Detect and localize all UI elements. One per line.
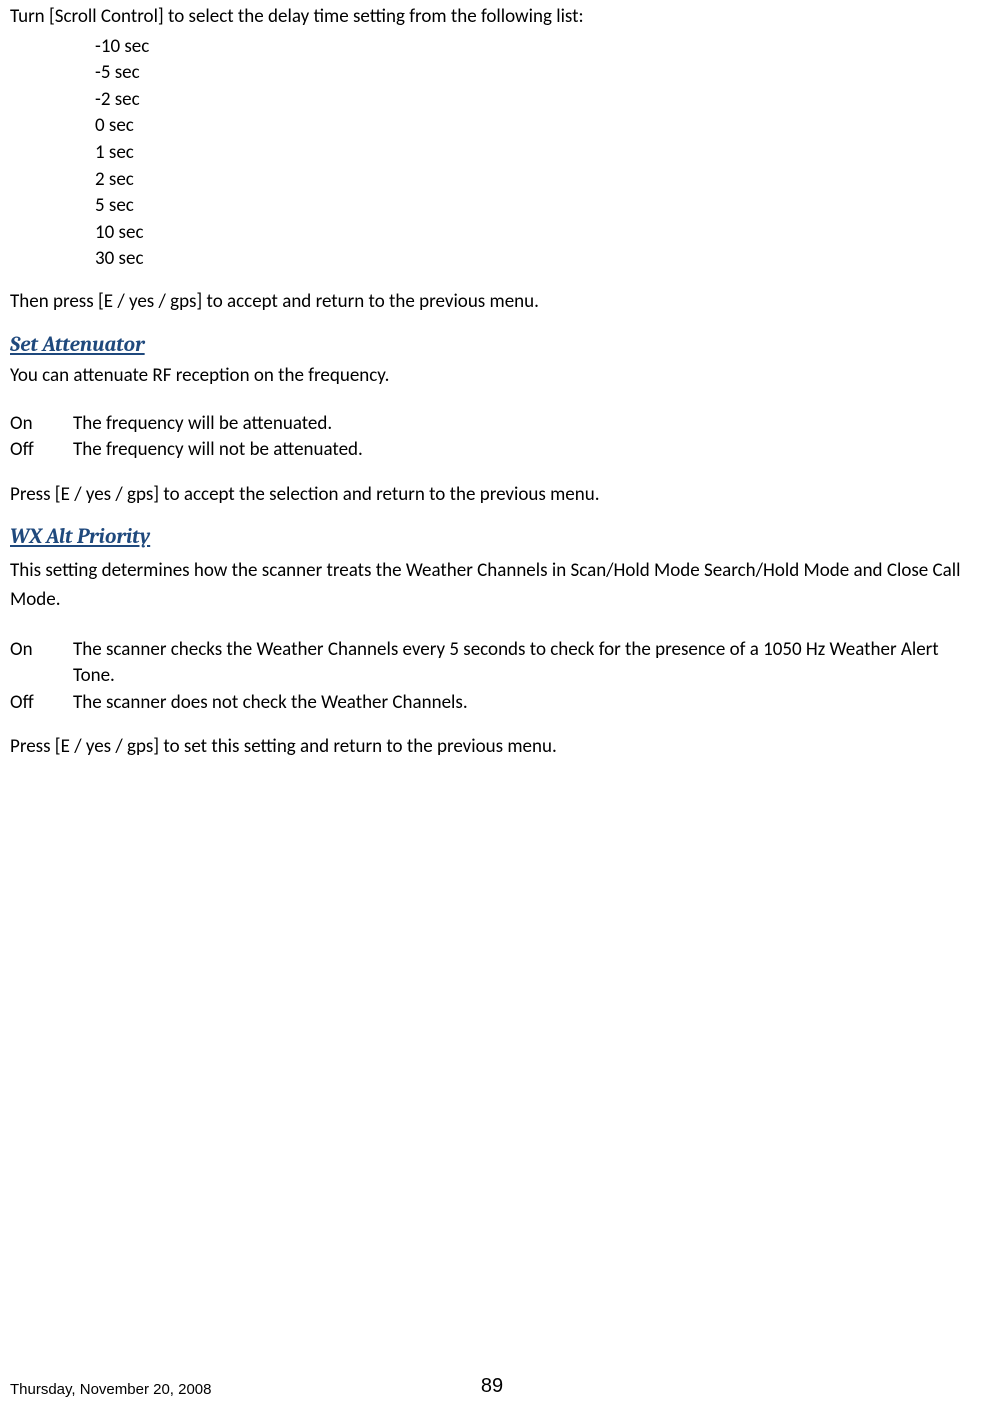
delay-option: -5 sec — [95, 60, 974, 87]
wx-option-row: On The scanner checks the Weather Channe… — [10, 637, 974, 690]
attenuator-intro: You can attenuate RF reception on the fr… — [10, 363, 974, 389]
attenuator-option-label: Off — [10, 437, 73, 464]
delay-option: 1 sec — [95, 140, 974, 167]
attenuator-accept-text: Press [E / yes / gps] to accept the sele… — [10, 482, 974, 508]
wx-option-label: On — [10, 637, 73, 690]
delay-option: -10 sec — [95, 34, 974, 61]
wx-option-desc: The scanner checks the Weather Channels … — [73, 637, 974, 690]
wx-heading: WX Alt Priority — [10, 523, 974, 551]
delay-option: 0 sec — [95, 113, 974, 140]
delay-option: 10 sec — [95, 220, 974, 247]
attenuator-option-desc: The frequency will be attenuated. — [73, 411, 974, 438]
delay-options-list: -10 sec -5 sec -2 sec 0 sec 1 sec 2 sec … — [10, 34, 974, 273]
attenuator-option-row: On The frequency will be attenuated. — [10, 411, 974, 438]
footer-page-number: 89 — [481, 1373, 503, 1400]
delay-option: 5 sec — [95, 193, 974, 220]
delay-option: 2 sec — [95, 167, 974, 194]
attenuator-option-row: Off The frequency will not be attenuated… — [10, 437, 974, 464]
delay-option: 30 sec — [95, 246, 974, 273]
attenuator-option-desc: The frequency will not be attenuated. — [73, 437, 974, 464]
delay-accept-text: Then press [E / yes / gps] to accept and… — [10, 289, 974, 315]
attenuator-heading: Set Attenuator — [10, 331, 974, 359]
wx-accept-text: Press [E / yes / gps] to set this settin… — [10, 734, 974, 760]
page-footer: Thursday, November 20, 2008 89 — [10, 1380, 974, 1400]
wx-option-desc: The scanner does not check the Weather C… — [73, 690, 974, 717]
footer-date: Thursday, November 20, 2008 — [10, 1380, 212, 1400]
attenuator-option-label: On — [10, 411, 73, 438]
wx-option-row: Off The scanner does not check the Weath… — [10, 690, 974, 717]
delay-intro-text: Turn [Scroll Control] to select the dela… — [10, 4, 974, 30]
wx-intro: This setting determines how the scanner … — [10, 556, 974, 615]
document-content: Turn [Scroll Control] to select the dela… — [10, 0, 974, 760]
wx-option-label: Off — [10, 690, 73, 717]
delay-option: -2 sec — [95, 87, 974, 114]
